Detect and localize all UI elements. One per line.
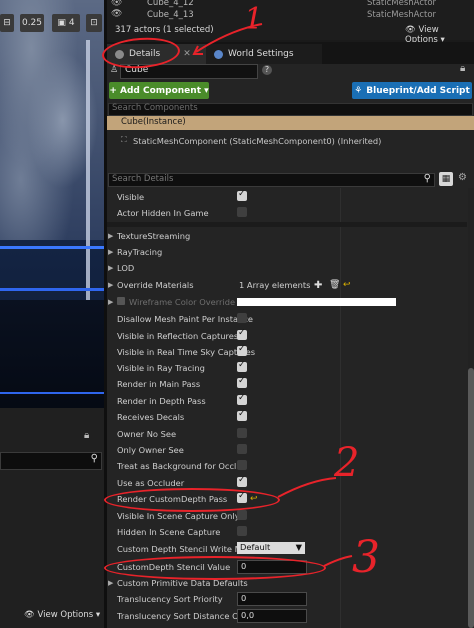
annotation-strokes: [192, 23, 353, 567]
annotation-arrow-3: [323, 555, 353, 567]
annotation-number-3: 3: [352, 532, 380, 583]
annotation-number-2: 2: [334, 440, 360, 486]
annotation-arrow-2: [277, 477, 337, 498]
annotation-number-1: 1: [244, 2, 264, 37]
